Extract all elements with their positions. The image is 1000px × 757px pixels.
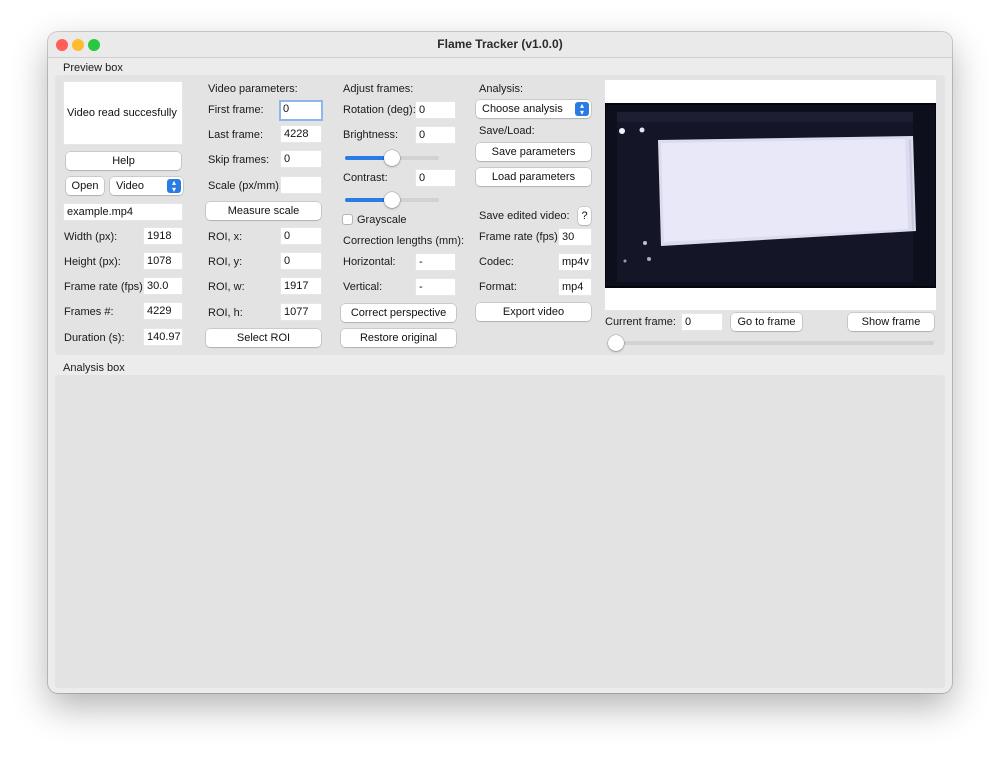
- select-arrows-icon: ▴ ▾: [575, 102, 589, 117]
- roi-w-label: ROI, w:: [208, 281, 245, 293]
- brightness-label: Brightness:: [343, 129, 399, 141]
- measure-scale-button[interactable]: Measure scale: [206, 202, 321, 220]
- scale-label: Scale (px/mm):: [208, 180, 282, 192]
- frames-label: Frames #:: [64, 306, 114, 318]
- vertical-label: Vertical:: [343, 281, 383, 293]
- grayscale-label: Grayscale: [357, 214, 407, 226]
- title-bar: Flame Tracker (v1.0.0): [48, 32, 952, 58]
- codec-label: Codec:: [479, 256, 514, 268]
- app-window: Flame Tracker (v1.0.0) Preview box Video…: [48, 32, 952, 693]
- preview-box-label: Preview box: [63, 62, 123, 74]
- roi-h-field[interactable]: 1077: [280, 303, 322, 321]
- duration-field[interactable]: 140.97: [143, 328, 183, 346]
- horizontal-label: Horizontal:: [343, 256, 396, 268]
- skip-frames-field[interactable]: 0: [280, 150, 322, 168]
- first-frame-field[interactable]: 0: [279, 100, 323, 121]
- last-frame-label: Last frame:: [208, 129, 264, 141]
- roi-x-field[interactable]: 0: [280, 227, 322, 245]
- contrast-field[interactable]: 0: [415, 169, 456, 187]
- height-label: Height (px):: [64, 256, 121, 268]
- brightness-field[interactable]: 0: [415, 126, 456, 144]
- save-video-help-button[interactable]: ?: [578, 207, 591, 225]
- video-type-value: Video: [116, 180, 144, 192]
- frame-slider[interactable]: [608, 341, 934, 345]
- roi-y-label: ROI, y:: [208, 256, 243, 268]
- frames-field[interactable]: 4229: [143, 302, 183, 320]
- show-frame-button[interactable]: Show frame: [848, 313, 934, 331]
- contrast-slider-knob[interactable]: [384, 192, 400, 208]
- frame-slider-knob[interactable]: [608, 335, 624, 351]
- format-label: Format:: [479, 281, 517, 293]
- video-frame-image: [604, 103, 937, 288]
- analysis-box-label: Analysis box: [63, 362, 125, 374]
- roi-x-label: ROI, x:: [208, 231, 243, 243]
- status-message: Video read succesfully: [63, 81, 183, 145]
- help-button[interactable]: Help: [66, 152, 181, 170]
- choose-analysis-value: Choose analysis: [482, 103, 563, 115]
- choose-analysis-select[interactable]: Choose analysis ▴ ▾: [476, 100, 591, 118]
- contrast-label: Contrast:: [343, 172, 388, 184]
- rotation-field[interactable]: 0: [415, 101, 456, 119]
- export-video-button[interactable]: Export video: [476, 303, 591, 321]
- save-parameters-button[interactable]: Save parameters: [476, 143, 591, 161]
- go-to-frame-button[interactable]: Go to frame: [731, 313, 802, 331]
- video-parameters-heading: Video parameters:: [208, 83, 298, 95]
- save-load-heading: Save/Load:: [479, 125, 535, 137]
- adjust-frames-heading: Adjust frames:: [343, 83, 414, 95]
- width-field[interactable]: 1918: [143, 227, 183, 245]
- frame-rate-field[interactable]: 30.0: [143, 277, 183, 295]
- current-frame-label: Current frame:: [605, 316, 676, 328]
- frame-rate-label: Frame rate (fps):: [64, 281, 146, 293]
- vertical-field[interactable]: -: [415, 278, 456, 296]
- codec-field[interactable]: mp4v: [558, 253, 592, 271]
- roi-h-label: ROI, h:: [208, 307, 243, 319]
- roi-w-field[interactable]: 1917: [280, 277, 322, 295]
- horizontal-field[interactable]: -: [415, 253, 456, 271]
- analysis-heading: Analysis:: [479, 83, 524, 95]
- video-preview-area: [604, 80, 937, 310]
- height-field[interactable]: 1078: [143, 252, 183, 270]
- open-button[interactable]: Open: [66, 177, 104, 195]
- correction-lengths-heading: Correction lengths (mm):: [343, 235, 465, 247]
- correct-perspective-button[interactable]: Correct perspective: [341, 304, 456, 322]
- width-label: Width (px):: [64, 231, 118, 243]
- brightness-slider-knob[interactable]: [384, 150, 400, 166]
- scale-field[interactable]: [280, 176, 322, 194]
- duration-label: Duration (s):: [64, 332, 125, 344]
- format-field[interactable]: mp4: [558, 278, 592, 296]
- window-title: Flame Tracker (v1.0.0): [437, 37, 563, 51]
- analysis-box-panel: [55, 375, 945, 688]
- current-frame-field[interactable]: 0: [681, 313, 723, 331]
- file-name-field[interactable]: example.mp4: [63, 203, 183, 221]
- last-frame-field[interactable]: 4228: [280, 125, 322, 143]
- video-type-select[interactable]: Video ▴ ▾: [110, 177, 183, 195]
- first-frame-label: First frame:: [208, 104, 264, 116]
- select-arrows-icon: ▴ ▾: [167, 179, 181, 194]
- rotation-label: Rotation (deg):: [343, 104, 416, 116]
- skip-frames-label: Skip frames:: [208, 154, 270, 166]
- save-edited-video-heading: Save edited video:: [479, 210, 570, 222]
- export-frame-rate-field[interactable]: 30: [558, 228, 592, 246]
- restore-original-button[interactable]: Restore original: [341, 329, 456, 347]
- export-frame-rate-label: Frame rate (fps):: [479, 231, 561, 243]
- select-roi-button[interactable]: Select ROI: [206, 329, 321, 347]
- grayscale-checkbox[interactable]: [342, 214, 353, 225]
- load-parameters-button[interactable]: Load parameters: [476, 168, 591, 186]
- roi-y-field[interactable]: 0: [280, 252, 322, 270]
